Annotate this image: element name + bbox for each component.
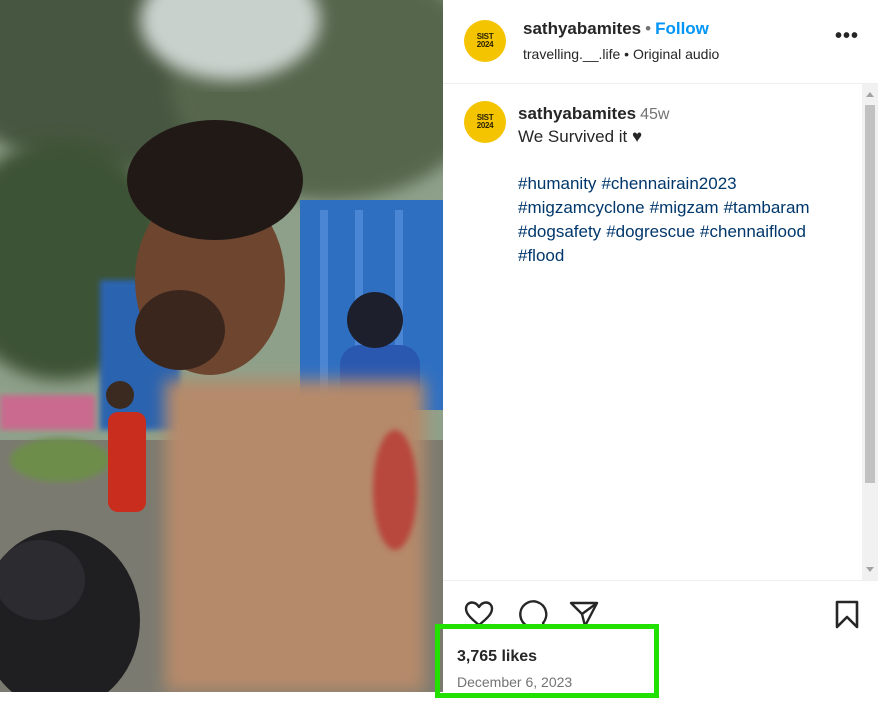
scrollbar-thumb[interactable] xyxy=(865,105,875,483)
comments-scrollbar[interactable] xyxy=(862,84,878,580)
header-username-row: sathyabamites • Follow xyxy=(523,19,709,39)
hashtag-link[interactable]: #dogsafety xyxy=(518,222,601,241)
comments-section[interactable]: SIST 2024 sathyabamites 45w We Survived i… xyxy=(443,84,862,580)
caption-text: We Survived it ♥ xyxy=(518,127,643,146)
hashtag-list: #humanity #chennairain2023 #migzamcyclone… xyxy=(518,172,853,268)
hashtag-link[interactable]: #migzamcyclone xyxy=(518,198,645,217)
separator-dot: • xyxy=(645,19,652,38)
hashtag-link[interactable]: #humanity xyxy=(518,174,596,193)
likes-count[interactable]: 3,765 likes xyxy=(457,648,537,666)
post-header: SIST 2024 sathyabamites • Follow travellin… xyxy=(443,0,878,84)
post-date[interactable]: December 6, 2023 xyxy=(457,674,572,690)
hashtag-link[interactable]: #flood xyxy=(518,246,564,265)
header-username[interactable]: sathyabamites xyxy=(523,19,641,38)
post-video[interactable] xyxy=(0,0,443,692)
post-details-panel: SIST 2024 sathyabamites • Follow travellin… xyxy=(435,0,878,705)
comment-avatar[interactable]: SIST 2024 xyxy=(464,101,506,143)
caption-time[interactable]: 45w xyxy=(640,106,669,123)
hashtag-link[interactable]: #migzam xyxy=(650,198,719,217)
likes-highlight-box: 3,765 likes December 6, 2023 xyxy=(435,624,659,698)
hashtag-link[interactable]: #chennairain2023 xyxy=(601,174,736,193)
hashtag-link[interactable]: #chennaiflood xyxy=(700,222,806,241)
video-frame-illustration xyxy=(0,0,443,692)
avatar-text-bottom: 2024 xyxy=(476,121,494,130)
avatar-text-bottom: 2024 xyxy=(476,40,494,49)
more-icon[interactable]: ••• xyxy=(835,26,861,49)
caption-username[interactable]: sathyabamites xyxy=(518,104,636,123)
bookmark-icon[interactable] xyxy=(831,598,863,630)
caption-header: sathyabamites 45w xyxy=(518,104,669,124)
follow-button[interactable]: Follow xyxy=(655,19,709,38)
avatar[interactable]: SIST 2024 xyxy=(464,20,506,62)
audio-link[interactable]: travelling.__.life • Original audio xyxy=(523,46,719,62)
scroll-up-arrow-icon[interactable] xyxy=(866,92,874,97)
hashtag-link[interactable]: #tambaram xyxy=(724,198,810,217)
hashtag-link[interactable]: #dogrescue xyxy=(606,222,695,241)
action-bar xyxy=(443,580,878,629)
scroll-down-arrow-icon[interactable] xyxy=(866,567,874,572)
